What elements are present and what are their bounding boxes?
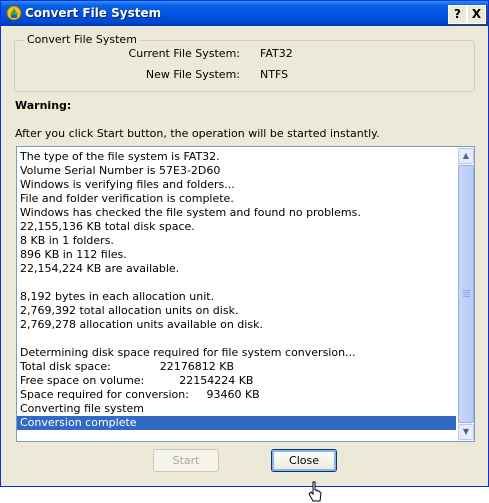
log-line[interactable]: 22,155,136 KB total disk space. <box>17 220 456 234</box>
grip-icon <box>463 290 470 298</box>
log-line[interactable]: Space required for conversion: 93460 KB <box>17 388 456 402</box>
dialog-body: Current File System: FAT32 New File Syst… <box>4 26 485 502</box>
close-button[interactable]: Close <box>271 449 337 472</box>
log-listbox[interactable]: The type of the file system is FAT32. Vol… <box>16 146 475 442</box>
log-line[interactable]: Free space on volume: 22154224 KB <box>17 374 456 388</box>
log-line[interactable]: The type of the file system is FAT32. <box>17 150 456 164</box>
log-line[interactable]: Converting file system <box>17 402 456 416</box>
log-line[interactable]: Conversion complete <box>17 416 456 430</box>
log-lines: The type of the file system is FAT32. Vol… <box>17 150 456 430</box>
title-bar[interactable]: Convert File System ? X <box>1 1 488 26</box>
convert-file-system-window: Convert File System ? X Current File Sys… <box>0 0 489 502</box>
scroll-down-icon[interactable]: ▼ <box>458 424 474 440</box>
current-fs-label: Current File System: <box>128 47 240 60</box>
log-line[interactable]: 22,154,224 KB are available. <box>17 262 456 276</box>
log-line[interactable]: 2,769,392 total allocation units on disk… <box>17 304 456 318</box>
mouse-cursor-icon <box>308 481 322 502</box>
new-fs-value: NTFS <box>260 68 289 81</box>
app-icon <box>6 5 22 21</box>
group-legend: Convert File System <box>24 33 140 46</box>
log-line[interactable]: 8,192 bytes in each allocation unit. <box>17 290 456 304</box>
log-line[interactable]: Volume Serial Number is 57E3-2D60 <box>17 164 456 178</box>
scroll-up-icon[interactable]: ▲ <box>458 148 474 164</box>
warning-label: Warning: <box>15 99 72 112</box>
log-line[interactable] <box>17 332 456 346</box>
log-line[interactable]: 8 KB in 1 folders. <box>17 234 456 248</box>
log-line[interactable]: 2,769,278 allocation units available on … <box>17 318 456 332</box>
log-line[interactable]: Windows has checked the file system and … <box>17 206 456 220</box>
instruction-text: After you click Start button, the operat… <box>15 127 380 140</box>
help-button[interactable]: ? <box>448 5 467 24</box>
log-line[interactable] <box>17 276 456 290</box>
log-line[interactable]: 896 KB in 112 files. <box>17 248 456 262</box>
current-fs-value: FAT32 <box>260 47 293 60</box>
new-fs-label: New File System: <box>145 68 240 81</box>
file-system-group: Current File System: FAT32 New File Syst… <box>14 40 475 92</box>
window-title: Convert File System <box>25 6 162 20</box>
log-line[interactable]: Total disk space: 22176812 KB <box>17 360 456 374</box>
vertical-scrollbar[interactable]: ▲ ▼ <box>458 147 474 441</box>
log-line[interactable]: File and folder verification is complete… <box>17 192 456 206</box>
log-line[interactable]: Determining disk space required for file… <box>17 346 456 360</box>
close-window-button[interactable]: X <box>467 5 486 24</box>
log-line[interactable]: Windows is verifying files and folders..… <box>17 178 456 192</box>
scroll-thumb[interactable] <box>458 165 474 423</box>
start-button[interactable]: Start <box>153 449 219 472</box>
